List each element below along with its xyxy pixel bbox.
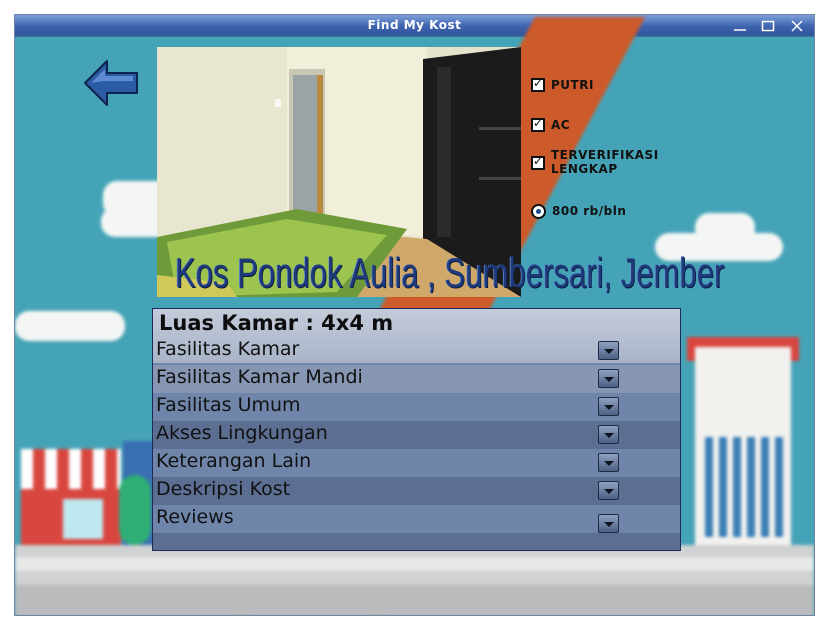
checkbox[interactable] (531, 76, 545, 92)
option-terverifikasi[interactable]: TERVERIFIKASI LENGKAP (531, 148, 691, 176)
section-label: Keterangan Lain (156, 450, 312, 472)
radio-button[interactable] (531, 204, 546, 219)
chevron-down-icon[interactable] (598, 425, 619, 444)
section-fasilitas-umum[interactable]: Fasilitas Umum (153, 393, 680, 421)
section-label: Reviews (156, 506, 234, 528)
price-label: 800 rb/bln (552, 204, 627, 218)
sidewalk (15, 557, 814, 571)
info-panel: Luas Kamar : 4x4 m Fasilitas Kamar Fasil… (152, 308, 681, 551)
app-window: Find My Kost ✓ PUTRI ✓ AC ✓ TERVERIFIKAS… (14, 14, 815, 616)
tree (119, 475, 151, 545)
section-label: Deskripsi Kost (156, 478, 291, 500)
window-title: Find My Kost (367, 18, 462, 32)
section-keterangan-lain[interactable]: Keterangan Lain (153, 449, 680, 477)
chevron-down-icon[interactable] (598, 341, 619, 360)
shop-window (63, 499, 103, 539)
arrow-left-icon[interactable] (83, 57, 141, 109)
panel-footer (153, 533, 680, 550)
section-label: Akses Lingkungan (156, 422, 328, 444)
chevron-down-icon[interactable] (598, 453, 619, 472)
checkbox[interactable] (531, 154, 545, 170)
chevron-down-icon[interactable] (598, 481, 619, 500)
section-fasilitas-kamar[interactable]: Fasilitas Kamar (153, 337, 680, 365)
option-ac[interactable]: AC (531, 116, 571, 132)
option-label: TERVERIFIKASI LENGKAP (551, 148, 659, 176)
option-price[interactable]: 800 rb/bln (531, 204, 626, 219)
minimize-icon[interactable] (732, 18, 748, 34)
building-windows (705, 437, 785, 537)
title-bar[interactable]: Find My Kost (15, 15, 814, 37)
option-label: AC (551, 118, 571, 132)
section-fasilitas-kamar-mandi[interactable]: Fasilitas Kamar Mandi (153, 365, 680, 393)
chevron-down-icon[interactable] (598, 514, 619, 533)
chevron-down-icon[interactable] (598, 397, 619, 416)
section-label: Fasilitas Kamar (156, 338, 300, 360)
checkbox[interactable] (531, 116, 545, 132)
section-akses-lingkungan[interactable]: Akses Lingkungan (153, 421, 680, 449)
section-reviews[interactable]: Reviews (153, 505, 680, 533)
room-size: Luas Kamar : 4x4 m (159, 311, 394, 335)
chevron-down-icon[interactable] (598, 369, 619, 388)
section-label: Fasilitas Kamar Mandi (156, 366, 363, 388)
shop-awning (21, 449, 121, 489)
section-deskripsi-kost[interactable]: Deskripsi Kost (153, 477, 680, 505)
road (15, 585, 814, 615)
kost-name: Kos Pondok Aulia , Sumbersari, Jember (175, 249, 725, 296)
cloud (15, 311, 125, 341)
option-putri[interactable]: PUTRI (531, 76, 594, 92)
maximize-icon[interactable] (760, 18, 776, 34)
option-label: PUTRI (551, 78, 594, 92)
section-label: Fasilitas Umum (156, 394, 301, 416)
close-icon[interactable] (789, 18, 805, 34)
